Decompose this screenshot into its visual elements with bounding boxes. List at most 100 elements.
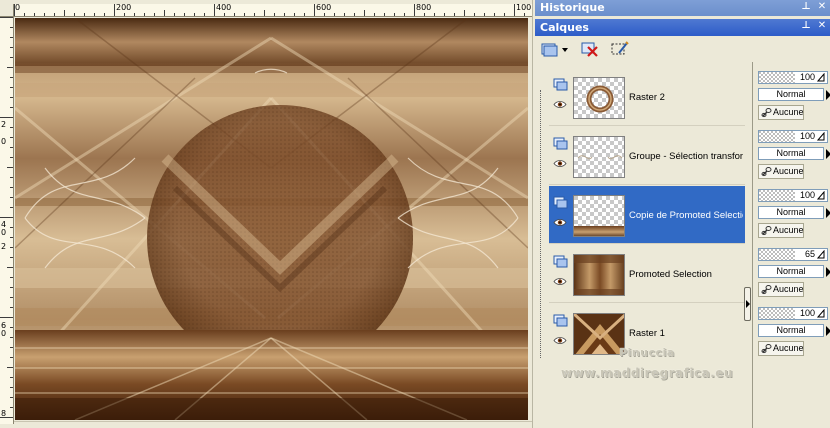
opacity-slider[interactable]: 65 <box>758 248 828 261</box>
link-label: Aucune <box>773 225 804 235</box>
ruler-tick <box>244 13 245 16</box>
ruler-tick <box>10 387 13 388</box>
ruler-tick <box>294 13 295 16</box>
ruler-label: 0 <box>1 329 7 338</box>
ruler-tick <box>0 217 13 218</box>
layer-row[interactable]: Promoted Selection <box>549 245 745 302</box>
panel-splitter-handle[interactable] <box>744 287 751 321</box>
layers-palette-titlebar[interactable]: Calques ⊥ ✕ <box>535 19 830 36</box>
tree-connector <box>540 90 541 358</box>
visibility-eye-icon[interactable] <box>553 277 567 286</box>
close-icon[interactable]: ✕ <box>817 2 827 12</box>
visibility-eye-icon[interactable] <box>553 336 567 345</box>
layer-thumbnail <box>573 136 625 178</box>
ruler-tick <box>334 13 335 16</box>
ruler-tick <box>54 13 55 16</box>
blend-mode-select[interactable]: Normal <box>758 206 824 219</box>
link-icon <box>761 285 772 295</box>
image-workspace: 0 200 400 600 800 100 2 0 4 0 2 6 0 8 <box>0 0 532 428</box>
ruler-tick <box>10 407 13 408</box>
blend-mode-arrow-icon[interactable] <box>825 266 830 277</box>
opacity-slider-thumb-icon[interactable] <box>817 309 825 318</box>
ruler-label: 600 <box>316 4 332 12</box>
opacity-slider[interactable]: 100 <box>758 189 828 202</box>
ruler-tick <box>10 37 13 38</box>
blend-mode-select[interactable]: Normal <box>758 88 824 101</box>
opacity-value: 65 <box>804 249 815 259</box>
layer-thumbnail <box>573 77 625 119</box>
visibility-eye-icon[interactable] <box>553 159 567 168</box>
layer-link-button[interactable]: Aucune <box>758 223 804 238</box>
ruler-tick <box>214 4 215 16</box>
ruler-tick <box>10 377 13 378</box>
ruler-tick <box>10 337 13 338</box>
layer-link-button[interactable]: Aucune <box>758 164 804 179</box>
ruler-tick <box>10 237 13 238</box>
ruler-tick <box>494 13 495 16</box>
ruler-tick <box>64 10 65 16</box>
watermark-name: Pinuccia <box>619 346 675 359</box>
layer-link-button[interactable]: Aucune <box>758 341 804 356</box>
blend-mode-arrow-icon[interactable] <box>825 89 830 100</box>
ruler-label: 2 <box>1 120 7 129</box>
link-icon <box>761 108 772 118</box>
layer-link-button[interactable]: Aucune <box>758 105 804 120</box>
ruler-tick <box>10 397 13 398</box>
delete-layer-button[interactable] <box>579 39 601 59</box>
new-layer-button[interactable] <box>541 39 569 59</box>
opacity-slider-thumb-icon[interactable] <box>817 132 825 141</box>
blend-mode-arrow-icon[interactable] <box>825 148 830 159</box>
pin-icon[interactable]: ⊥ <box>801 21 811 31</box>
ruler-tick <box>10 157 13 158</box>
layer-link-button[interactable]: Aucune <box>758 282 804 297</box>
ruler-tick <box>474 13 475 16</box>
ruler-tick <box>264 10 265 16</box>
ruler-tick <box>164 10 165 16</box>
ruler-tick <box>10 347 13 348</box>
close-icon[interactable]: ✕ <box>817 21 827 31</box>
watermark-url: www.maddiregrafica.eu <box>561 366 733 380</box>
blend-mode-select[interactable]: Normal <box>758 265 824 278</box>
ruler-tick <box>384 13 385 16</box>
visibility-eye-icon[interactable] <box>553 218 567 227</box>
psp-window: 0 200 400 600 800 100 2 0 4 0 2 6 0 8 Hi… <box>0 0 830 428</box>
ruler-tick <box>204 13 205 16</box>
ruler-tick <box>10 107 13 108</box>
visibility-eye-icon[interactable] <box>553 100 567 109</box>
opacity-slider-thumb-icon[interactable] <box>817 250 825 259</box>
edit-selection-button[interactable] <box>609 39 631 59</box>
opacity-slider[interactable]: 100 <box>758 71 828 84</box>
ruler-tick <box>324 13 325 16</box>
history-title: Historique <box>540 1 605 14</box>
ruler-tick <box>374 13 375 16</box>
layer-thumbnail <box>573 195 625 237</box>
ruler-label: 2 <box>1 242 7 251</box>
opacity-slider-thumb-icon[interactable] <box>817 73 825 82</box>
layer-type-icon <box>553 137 568 150</box>
opacity-value: 100 <box>799 131 815 141</box>
opacity-slider[interactable]: 100 <box>758 307 828 320</box>
blend-mode-select[interactable]: Normal <box>758 324 824 337</box>
layer-row[interactable]: Raster 2 <box>549 68 745 125</box>
ruler-tick <box>174 13 175 16</box>
link-icon <box>761 344 772 354</box>
pin-icon[interactable]: ⊥ <box>801 2 811 12</box>
layer-divider <box>549 125 745 126</box>
layer-row[interactable]: Groupe - Sélection transformée <box>549 127 745 184</box>
horizontal-scrollbar[interactable] <box>14 421 532 428</box>
blend-mode-arrow-icon[interactable] <box>825 325 830 336</box>
blend-mode-arrow-icon[interactable] <box>825 207 830 218</box>
ruler-tick <box>7 67 13 68</box>
opacity-slider[interactable]: 100 <box>758 130 828 143</box>
ruler-tick <box>354 13 355 16</box>
opacity-slider-thumb-icon[interactable] <box>817 191 825 200</box>
ruler-tick <box>0 117 13 118</box>
layer-row[interactable]: Copie de Promoted Selection <box>549 186 745 243</box>
layer-thumbnail <box>573 313 625 355</box>
ruler-tick <box>254 13 255 16</box>
history-palette-titlebar[interactable]: Historique ⊥ ✕ <box>535 0 830 16</box>
opacity-checker-swatch <box>759 249 795 260</box>
blend-mode-select[interactable]: Normal <box>758 147 824 160</box>
image-canvas[interactable] <box>15 18 528 420</box>
ruler-tick <box>10 57 13 58</box>
